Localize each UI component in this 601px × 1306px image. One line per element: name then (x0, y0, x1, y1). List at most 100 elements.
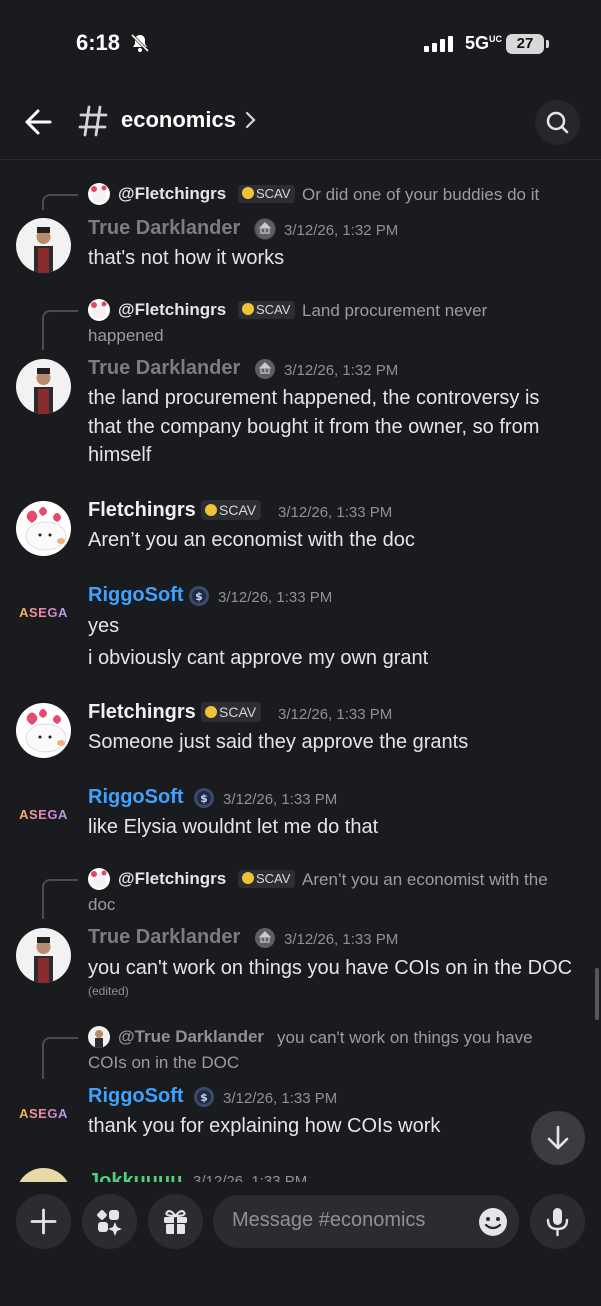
author-name[interactable]: True Darklander (88, 357, 240, 380)
gift-icon (164, 1210, 187, 1234)
skull-icon (205, 706, 217, 718)
timestamp: 3/12/26, 1:32 PM (284, 362, 399, 379)
reply-preview[interactable]: you can't work on things you have (277, 1025, 533, 1050)
reply-preview[interactable]: Land procurement never (302, 298, 487, 323)
author-name[interactable]: True Darklander (88, 217, 240, 240)
reply-preview[interactable]: Aren’t you an economist with the (302, 867, 548, 892)
timestamp: 3/12/26, 1:33 PM (223, 1090, 338, 1107)
reply-author[interactable]: @True Darklander (118, 1027, 264, 1047)
channel-title[interactable]: economics (121, 107, 236, 133)
reply-connector (42, 310, 78, 350)
chevron-right-icon[interactable] (244, 108, 258, 132)
avatar-fletchingrs[interactable] (16, 703, 71, 758)
svg-text:$: $ (200, 1091, 208, 1104)
author-name[interactable]: RiggoSoft (88, 584, 184, 607)
reply-avatar (88, 299, 110, 321)
avatar-riggosoft[interactable]: ASEGA (16, 1106, 71, 1126)
message-text: yes (88, 615, 120, 637)
reply-avatar (88, 1026, 110, 1048)
plus-icon (30, 1208, 57, 1235)
skull-icon (242, 872, 254, 884)
message-text: that the company bought it from the owne… (88, 416, 540, 438)
network-type: 5GUC (465, 33, 503, 53)
reply-role-badge: SCAV (238, 185, 296, 203)
author-name[interactable]: True Darklander (88, 926, 240, 949)
emoji-icon[interactable] (477, 1206, 509, 1238)
reply-preview[interactable]: Or did one of your buddies do it (302, 182, 539, 207)
reply-author[interactable]: @Fletchingrs (118, 184, 226, 204)
reply-connector (42, 879, 78, 919)
reply-preview-cont[interactable]: doc (88, 892, 115, 917)
battery-tip (546, 40, 549, 48)
skull-icon (242, 303, 254, 315)
author-name[interactable]: Fletchingrs (88, 701, 196, 724)
reply-preview-cont[interactable]: COIs on in the DOC (88, 1050, 239, 1075)
skull-icon (242, 187, 254, 199)
role-icon-dollar: $ (193, 1086, 215, 1108)
message-text: like Elysia wouldnt let me do that (88, 816, 379, 838)
message-text: thank you for explaining how COIs work (88, 1115, 441, 1137)
signal-icon (424, 36, 453, 52)
svg-text:$: $ (195, 590, 203, 603)
status-time: 6:18 (76, 30, 121, 55)
timestamp: 3/12/26, 1:33 PM (218, 589, 333, 606)
search-button[interactable] (535, 100, 580, 145)
avatar-true-darklander[interactable] (16, 359, 71, 414)
reply-connector (42, 1037, 78, 1079)
role-icon-capitol (254, 927, 276, 949)
role-icon-dollar: $ (188, 585, 210, 607)
message-text: that's not how it works (88, 247, 285, 269)
avatar-true-darklander[interactable] (16, 928, 71, 983)
microphone-icon (546, 1208, 569, 1237)
reply-connector (42, 194, 78, 210)
scrollbar-thumb[interactable] (595, 968, 599, 1020)
reply-avatar (88, 183, 110, 205)
apps-sparkle-icon (97, 1210, 122, 1236)
reply-preview-cont[interactable]: happened (88, 323, 164, 348)
message-text: Someone just said they approve the grant… (88, 731, 469, 753)
avatar-fletchingrs[interactable] (16, 501, 71, 556)
header-divider (0, 159, 601, 160)
reply-author[interactable]: @Fletchingrs (118, 869, 226, 889)
apps-button[interactable] (82, 1194, 137, 1249)
bell-muted-icon (130, 33, 150, 53)
message-text: himself (88, 444, 152, 466)
message-text: the land procurement happened, the contr… (88, 387, 540, 409)
message-text: Aren’t you an economist with the doc (88, 529, 415, 551)
voice-button[interactable] (530, 1194, 585, 1249)
reply-avatar (88, 868, 110, 890)
role-icon-dollar: $ (193, 787, 215, 809)
skull-icon (205, 504, 217, 516)
avatar-true-darklander[interactable] (16, 218, 71, 273)
avatar-riggosoft[interactable]: ASEGA (16, 605, 71, 625)
gift-button[interactable] (148, 1194, 203, 1249)
avatar-riggosoft[interactable]: ASEGA (16, 807, 71, 827)
message-input-placeholder[interactable]: Message #economics (232, 1209, 425, 1232)
battery-indicator: 27 (506, 34, 544, 54)
edited-label: (edited) (88, 984, 129, 998)
reply-author[interactable]: @Fletchingrs (118, 300, 226, 320)
arrow-down-icon (547, 1125, 569, 1150)
reply-role-badge: SCAV (238, 301, 296, 319)
timestamp: 3/12/26, 1:33 PM (278, 504, 393, 521)
jump-to-latest-button[interactable] (531, 1111, 585, 1165)
search-icon (546, 111, 569, 134)
back-arrow-icon[interactable] (24, 106, 52, 138)
timestamp: 3/12/26, 1:33 PM (284, 931, 399, 948)
message-text: you can't work on things you have COIs o… (88, 957, 573, 979)
author-name[interactable]: RiggoSoft (88, 786, 184, 809)
timestamp: 3/12/26, 1:32 PM (284, 222, 399, 239)
role-icon-capitol (254, 358, 276, 380)
timestamp: 3/12/26, 1:33 PM (278, 706, 393, 723)
author-name[interactable]: RiggoSoft (88, 1085, 184, 1108)
role-badge: SCAV (201, 702, 262, 722)
timestamp: 3/12/26, 1:33 PM (223, 791, 338, 808)
message-text: i obviously cant approve my own grant (88, 647, 429, 669)
channel-hash-icon (78, 105, 108, 137)
svg-text:$: $ (200, 792, 208, 805)
add-button[interactable] (16, 1194, 71, 1249)
reply-role-badge: SCAV (238, 870, 296, 888)
role-icon-capitol (254, 218, 276, 240)
role-badge: SCAV (201, 500, 262, 520)
author-name[interactable]: Fletchingrs (88, 499, 196, 522)
